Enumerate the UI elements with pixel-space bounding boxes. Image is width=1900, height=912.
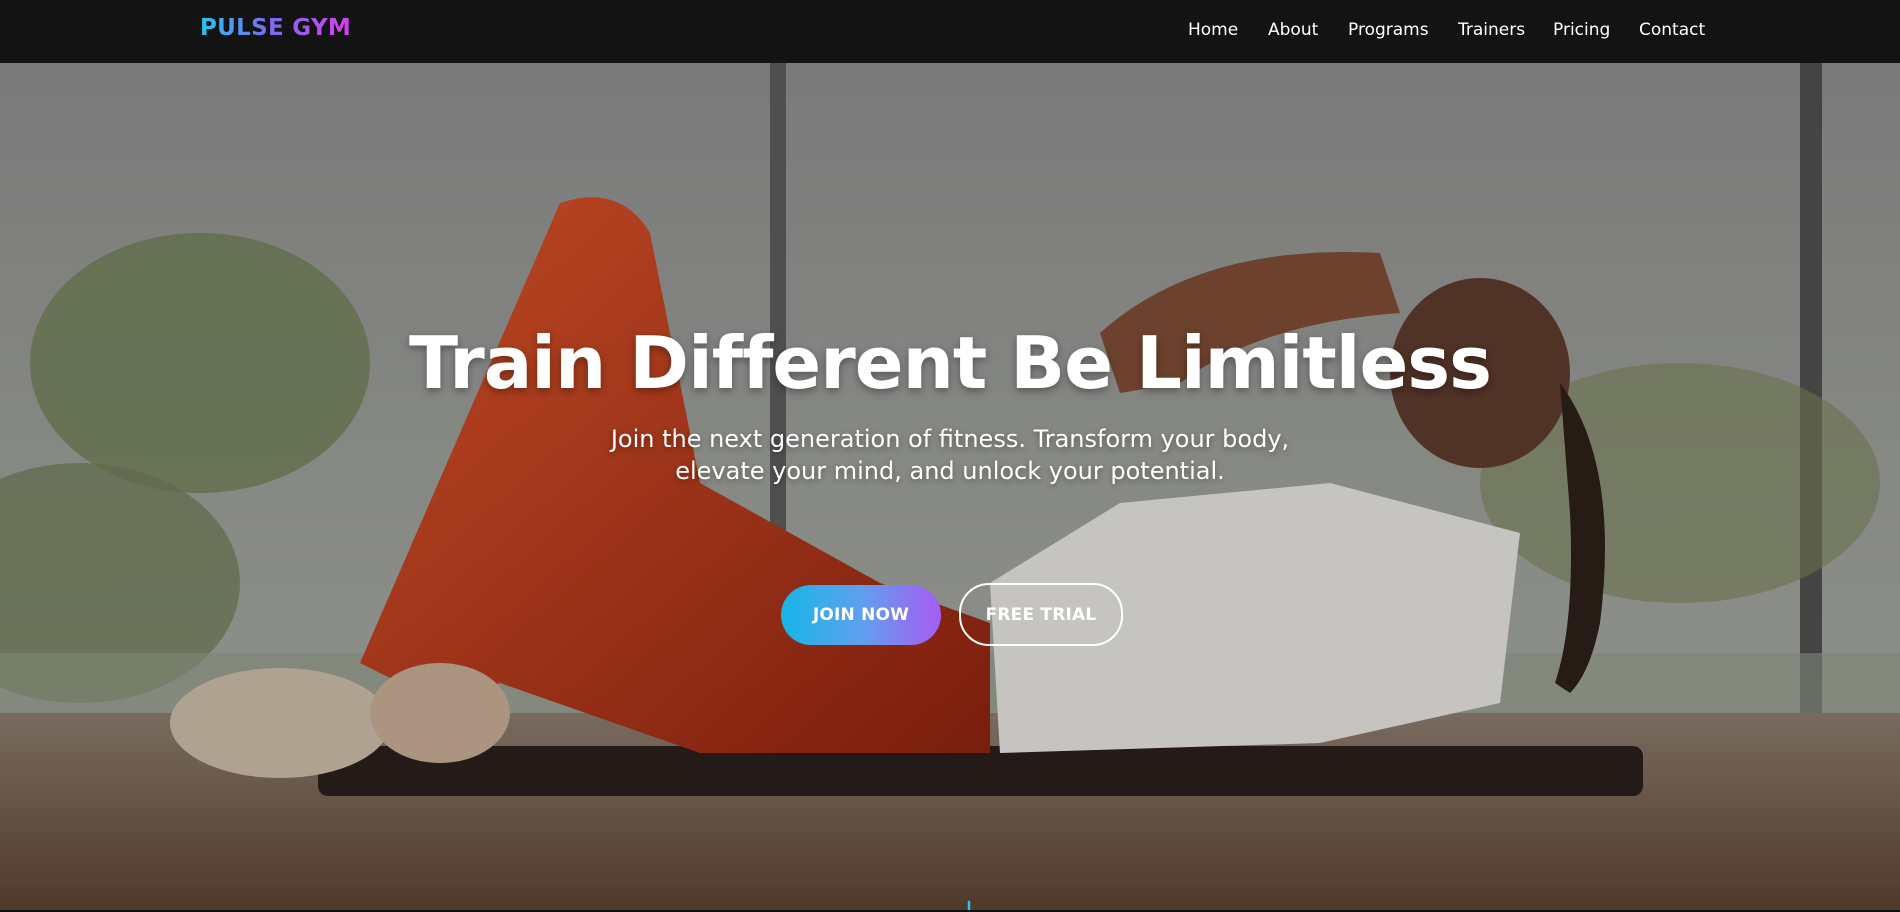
nav-about[interactable]: About [1268, 20, 1318, 40]
hero-title: Train Different Be Limitless [409, 321, 1492, 405]
nav-trainers[interactable]: Trainers [1458, 20, 1525, 40]
nav-contact[interactable]: Contact [1639, 20, 1705, 40]
nav-home[interactable]: Home [1188, 20, 1238, 40]
site-logo[interactable]: PULSE GYM [200, 15, 351, 41]
join-now-button[interactable]: JOIN NOW [781, 585, 941, 645]
nav-programs[interactable]: Programs [1348, 20, 1429, 40]
hero-subtitle-line-2: elevate your mind, and unlock your poten… [675, 457, 1225, 485]
nav-pricing[interactable]: Pricing [1553, 20, 1610, 40]
hero-subtitle-line-1: Join the next generation of fitness. Tra… [610, 425, 1290, 453]
arrow-down-icon[interactable] [955, 899, 983, 910]
top-navbar: PULSE GYM Home About Programs Trainers P… [0, 0, 1900, 63]
free-trial-button[interactable]: FREE TRIAL [959, 583, 1123, 646]
hero-section: Train Different Be Limitless Join the ne… [0, 63, 1900, 910]
hero-subtitle: Join the next generation of fitness. Tra… [0, 423, 1900, 487]
